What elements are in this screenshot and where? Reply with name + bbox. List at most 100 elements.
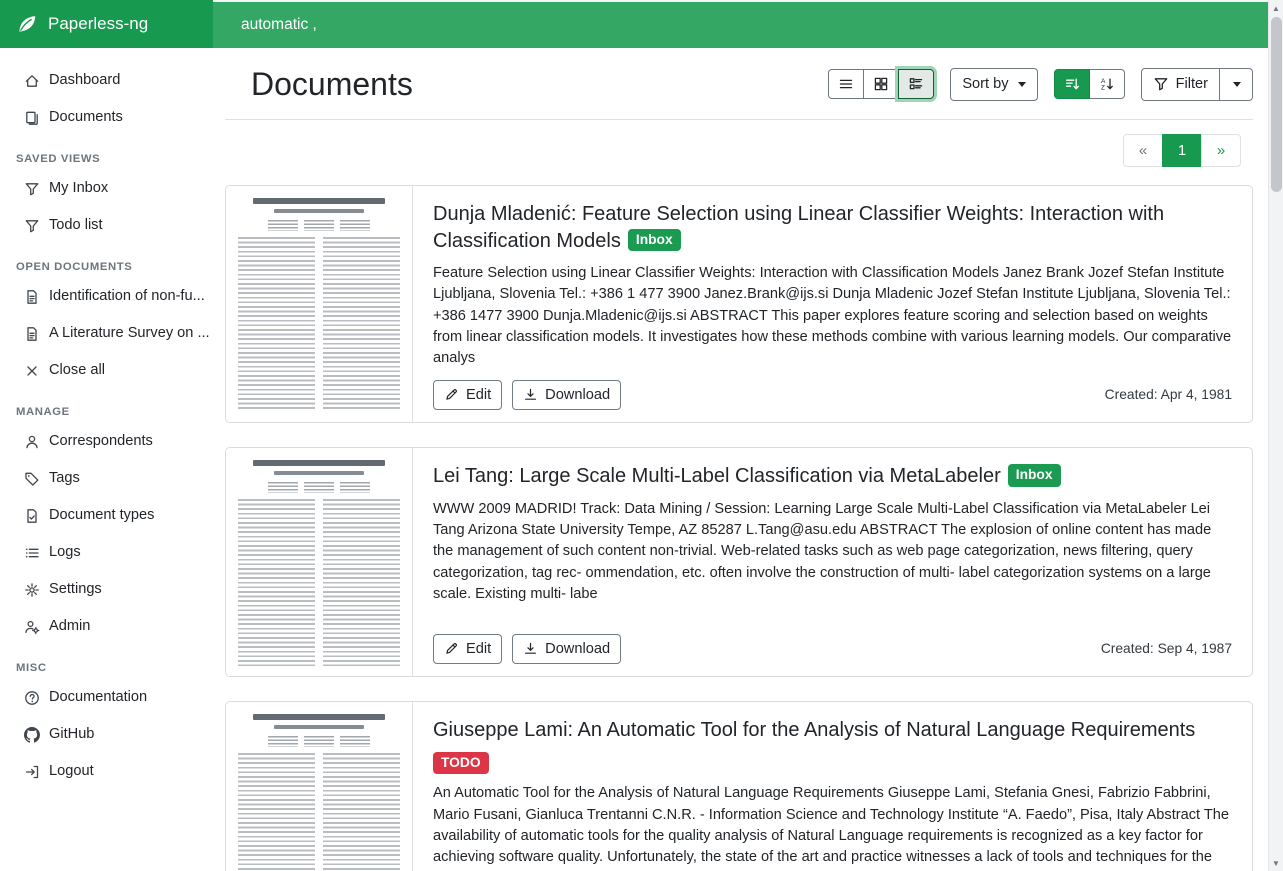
main-content: Documents Sort by [213,48,1283,871]
sort-alpha-down-icon: AZ [1099,76,1115,92]
thumbnail-text-columns [238,753,400,871]
sidebar-item-todo-list[interactable]: Todo list [0,207,213,244]
document-thumbnail[interactable] [226,448,413,676]
sort-by-label: Sort by [962,74,1008,94]
sidebar-section-header-saved-views: SAVED VIEWS [0,153,213,165]
sort-by-dropdown[interactable]: Sort by [950,68,1037,100]
view-grid-icon [873,76,889,92]
sidebar-item-label: GitHub [49,724,94,745]
sidebar-item-a-literature-survey-on[interactable]: A Literature Survey on ... [0,315,213,352]
sort-alphabetical-button[interactable]: AZ [1089,69,1125,99]
sidebar-item-documents[interactable]: Documents [0,99,213,136]
document-title[interactable]: Dunja Mladenić: Feature Selection using … [433,201,1232,254]
sidebar-item-label: Tags [49,468,80,489]
view-grid-button[interactable] [863,69,899,99]
sidebar-item-logs[interactable]: Logs [0,534,213,571]
sidebar: DashboardDocuments SAVED VIEWS My Inbox Tod… [0,48,213,871]
pagination-next[interactable]: » [1201,134,1241,167]
document-title-text: Dunja Mladenić: Feature Selection using … [433,203,1164,252]
sidebar-item-label: My Inbox [49,178,108,199]
funnel-icon [24,181,40,197]
sidebar-item-label: Settings [49,579,102,600]
sidebar-item-github[interactable]: GitHub [0,716,213,753]
tag-badge[interactable]: TODO [433,752,489,775]
tag-badge[interactable]: Inbox [628,229,681,252]
list-icon [24,545,40,561]
document-card: Dunja Mladenić: Feature Selection using … [225,185,1253,423]
edit-button-label: Edit [466,639,491,659]
filter-dropdown-toggle[interactable] [1219,68,1253,100]
sidebar-item-logout[interactable]: Logout [0,753,213,790]
view-mode-group [828,69,934,99]
scrollbar[interactable]: ▲ ▼ [1268,0,1283,871]
sidebar-item-tags[interactable]: Tags [0,460,213,497]
sidebar-item-label: Document types [49,505,154,526]
sidebar-item-label: Close all [49,360,105,381]
document-excerpt: An Automatic Tool for the Analysis of Na… [433,783,1232,871]
sort-descending-button[interactable] [1054,69,1090,99]
download-button-label: Download [545,639,610,659]
scrollbar-thumb[interactable] [1271,17,1282,192]
scrollbar-up-arrow[interactable]: ▲ [1269,0,1283,16]
sidebar-item-settings[interactable]: Settings [0,571,213,608]
filter-button[interactable]: Filter [1141,68,1220,100]
sidebar-item-label: Correspondents [49,431,153,452]
documents-toolbar: Sort by AZ Filter [828,68,1253,100]
tag-badge[interactable]: Inbox [1008,464,1061,487]
edit-button[interactable]: Edit [433,380,502,410]
view-details-button[interactable] [898,69,934,99]
download-button-label: Download [545,385,610,405]
sidebar-item-label: Logout [49,761,94,782]
sidebar-item-correspondents[interactable]: Correspondents [0,423,213,460]
pagination-prev[interactable]: « [1123,134,1163,167]
pagination-page-1[interactable]: 1 [1162,134,1202,167]
sidebar-item-label: Logs [49,542,81,563]
sidebar-item-close-all[interactable]: Close all [0,352,213,389]
document-excerpt: Feature Selection using Linear Classifie… [433,263,1232,369]
svg-text:Z: Z [1101,85,1105,92]
document-thumbnail[interactable] [226,186,413,422]
document-card: Lei Tang: Large Scale Multi-Label Classi… [225,447,1253,677]
view-details-icon [908,76,924,92]
document-title[interactable]: Giuseppe Lami: An Automatic Tool for the… [433,717,1232,774]
pencil-icon [444,387,459,402]
thumbnail-subtitle-line [274,471,363,475]
sidebar-item-documentation[interactable]: Documentation [0,679,213,716]
thumbnail-text-columns [238,499,400,666]
document-title[interactable]: Lei Tang: Large Scale Multi-Label Classi… [433,463,1232,490]
sidebar-item-label: A Literature Survey on ... [49,323,210,344]
edit-button[interactable]: Edit [433,634,502,664]
sidebar-item-my-inbox[interactable]: My Inbox [0,170,213,207]
document-card-body: Lei Tang: Large Scale Multi-Label Classi… [413,448,1252,676]
sidebar-section-header-open-documents: OPEN DOCUMENTS [0,261,213,273]
thumbnail-subtitle-line [274,725,363,729]
header-divider [225,119,1253,120]
search-form [213,0,1283,48]
download-button[interactable]: Download [512,380,621,410]
thumbnail-title-line [253,198,386,204]
sidebar-item-label: Admin [49,616,90,637]
scrollbar-down-arrow[interactable]: ▼ [1269,855,1283,871]
pencil-icon [444,641,459,656]
sidebar-item-document-types[interactable]: Document types [0,497,213,534]
view-list-button[interactable] [828,69,864,99]
document-card-body: Giuseppe Lami: An Automatic Tool for the… [413,702,1252,871]
sidebar-item-dashboard[interactable]: Dashboard [0,62,213,99]
gear-icon [24,582,40,598]
file-text-icon [24,289,40,305]
sidebar-item-identification-of-non-fu[interactable]: Identification of non-fu... [0,278,213,315]
search-input[interactable] [213,2,1283,48]
thumbnail-author-blocks [238,482,400,493]
app-brand[interactable]: Paperless-ng [0,0,213,48]
document-card: Giuseppe Lami: An Automatic Tool for the… [225,701,1253,871]
thumbnail-author-blocks [238,220,400,231]
created-date: Created: Sep 4, 1987 [1101,641,1232,656]
document-thumbnail[interactable] [226,702,413,871]
sidebar-section-header-misc: MISC [0,662,213,674]
sidebar-item-admin[interactable]: Admin [0,608,213,645]
document-title-text: Giuseppe Lami: An Automatic Tool for the… [433,719,1195,741]
download-button[interactable]: Download [512,634,621,664]
download-icon [523,641,538,656]
thumbnail-title-line [253,460,386,466]
page-header: Documents Sort by [225,58,1253,109]
